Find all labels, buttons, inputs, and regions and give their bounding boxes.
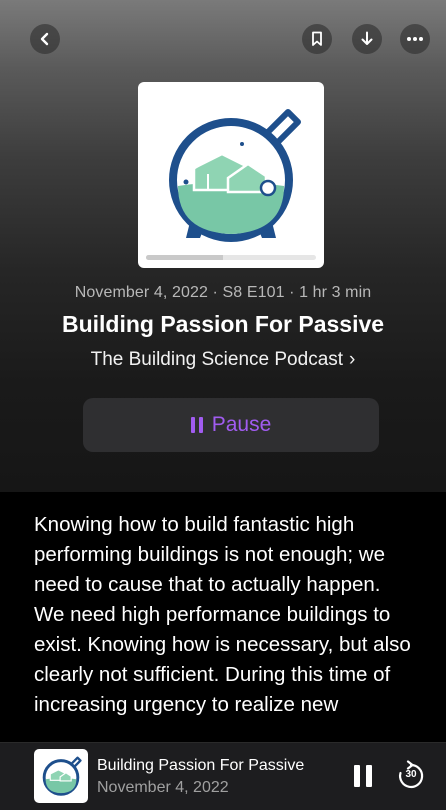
mini-artwork — [34, 749, 88, 803]
download-button[interactable] — [352, 24, 382, 54]
podcast-logo-icon — [169, 109, 301, 242]
episode-meta: November 4, 2022 · S8 E101 · 1 hr 3 min — [74, 284, 372, 301]
podcast-artwork — [138, 82, 324, 268]
show-link[interactable]: The Building Science Podcast › — [0, 349, 446, 371]
pause-button[interactable]: Pause — [83, 398, 379, 452]
chevron-right-icon: › — [349, 349, 356, 370]
show-name: The Building Science Podcast — [90, 349, 344, 370]
mini-pause-button[interactable] — [352, 765, 374, 789]
pause-icon — [190, 417, 203, 433]
playback-progress-fill — [146, 255, 223, 260]
pause-bar — [354, 765, 360, 787]
episode-title: Building Passion For Passive — [61, 311, 385, 337]
podcast-logo-icon — [42, 756, 82, 796]
ellipsis-icon — [407, 37, 423, 41]
mini-player-title: Building Passion For Passive — [97, 757, 305, 774]
episode-header: November 4, 2022 · S8 E101 · 1 hr 3 min … — [0, 0, 446, 492]
mini-player[interactable]: Building Passion For Passive November 4,… — [0, 742, 446, 810]
playback-progress-bar — [146, 255, 316, 260]
pause-label: Pause — [211, 413, 272, 436]
chevron-left-icon — [40, 32, 49, 46]
more-button[interactable] — [400, 24, 430, 54]
bookmark-button[interactable] — [302, 24, 332, 54]
back-button[interactable] — [30, 24, 60, 54]
skip-forward-30-button[interactable]: 30 — [396, 760, 426, 792]
bookmark-icon — [312, 31, 322, 46]
mini-player-date: November 4, 2022 — [97, 779, 229, 796]
skip-seconds-label: 30 — [405, 769, 417, 780]
episode-description: Knowing how to build fantastic high perf… — [34, 513, 411, 716]
arrow-down-icon — [361, 31, 373, 45]
pause-bar — [366, 765, 372, 787]
